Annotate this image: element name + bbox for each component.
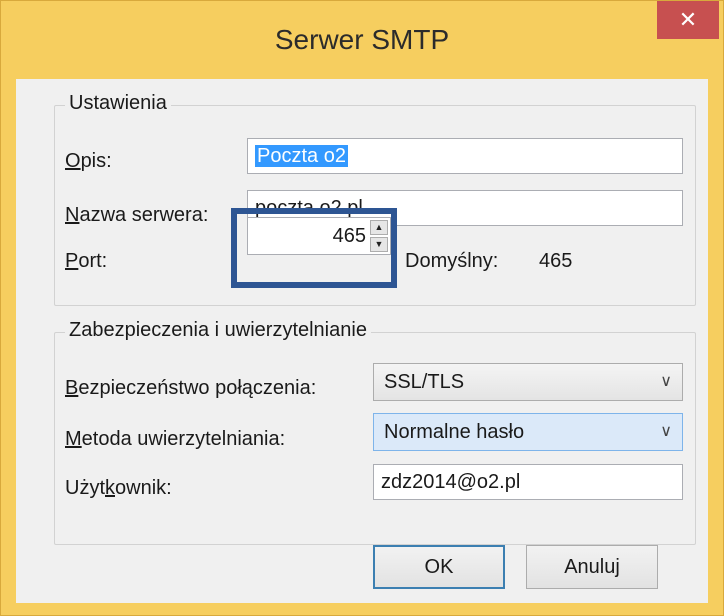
port-highlight-rectangle — [231, 208, 397, 288]
connection-security-select[interactable]: SSL/TLS ∨ — [373, 363, 683, 401]
cancel-button[interactable]: Anuluj — [526, 545, 658, 589]
close-button[interactable]: ✕ — [657, 1, 719, 39]
connection-security-label: Bezpieczeństwo połączenia: — [65, 377, 317, 399]
connection-security-selected: SSL/TLS — [384, 371, 465, 393]
dialog-client-area: Ustawienia Opis: Poczta o2 Nazwa serwera… — [16, 79, 708, 603]
smtp-server-dialog: Serwer SMTP ✕ Ustawienia Opis: Poczta o2… — [0, 0, 724, 616]
description-field[interactable]: Poczta o2 — [247, 138, 683, 174]
server-name-label: Nazwa serwera: — [65, 204, 209, 226]
window-title: Serwer SMTP — [274, 24, 450, 55]
security-group: Zabezpieczenia i uwierzytelnianie Bezpie… — [54, 319, 696, 545]
chevron-down-icon: ∨ — [660, 423, 672, 440]
port-default-value: 465 — [539, 250, 573, 272]
close-icon: ✕ — [678, 7, 698, 32]
auth-method-selected: Normalne hasło — [384, 421, 525, 443]
auth-method-label: Metoda uwierzytelniania: — [65, 428, 286, 450]
settings-group-title: Ustawienia — [65, 92, 171, 115]
username-label: Użytkownik: — [65, 477, 172, 499]
description-label: Opis: — [65, 150, 112, 172]
title-bar[interactable]: Serwer SMTP ✕ — [1, 1, 723, 79]
port-default-label: Domyślny: — [405, 250, 499, 272]
username-field[interactable]: zdz2014@o2.pl — [373, 464, 683, 500]
port-label: Port: — [65, 250, 108, 272]
security-group-title: Zabezpieczenia i uwierzytelnianie — [65, 319, 371, 342]
username-value: zdz2014@o2.pl — [381, 471, 521, 493]
ok-button[interactable]: OK — [373, 545, 505, 589]
chevron-down-icon: ∨ — [660, 373, 672, 390]
description-value: Poczta o2 — [255, 145, 348, 167]
auth-method-select[interactable]: Normalne hasło ∨ — [373, 413, 683, 451]
